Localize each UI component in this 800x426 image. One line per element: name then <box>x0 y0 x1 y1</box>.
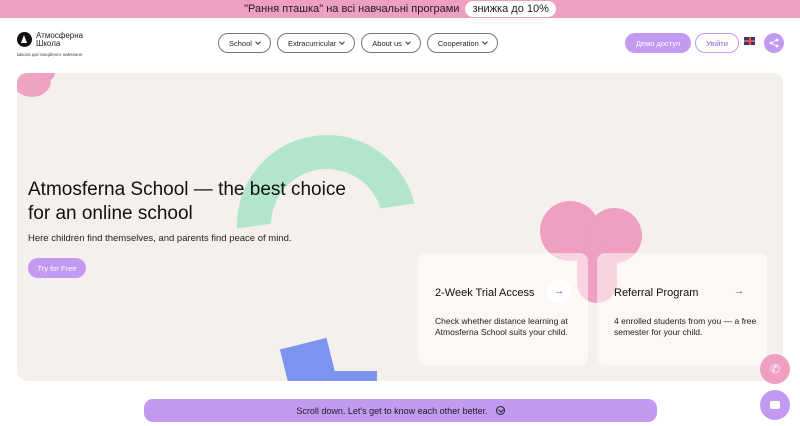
nav-item-label: Extracurricular <box>287 38 337 48</box>
card-title: 2-Week Trial Access <box>435 287 535 299</box>
login-button[interactable]: Увійти <box>695 33 739 53</box>
hero-subtitle: Here children find themselves, and paren… <box>28 233 292 244</box>
nav-item-label: About us <box>372 38 402 48</box>
demo-access-button[interactable]: Демо доступ <box>625 33 691 53</box>
scroll-down-banner[interactable]: Scroll down. Let's get to know each othe… <box>144 399 657 422</box>
nav-item-about-us[interactable]: About us <box>361 33 421 53</box>
logo-triangle-icon <box>17 32 32 47</box>
phone-button[interactable]: ✆ <box>760 354 790 384</box>
nav-item-label: Cooperation <box>437 38 479 48</box>
nav-item-label: School <box>229 38 252 48</box>
arrow-right-icon[interactable]: → <box>727 279 751 303</box>
arrow-right-icon[interactable]: → <box>547 279 571 303</box>
logo-tagline: Школа дистанційного навчання <box>17 52 83 57</box>
promo-discount-badge: знижка до 10% <box>465 1 556 17</box>
scroll-down-text: Scroll down. Let's get to know each othe… <box>296 405 488 416</box>
nav-item-cooperation[interactable]: Cooperation <box>426 33 498 53</box>
phone-icon: ✆ <box>769 362 781 376</box>
share-icon <box>769 38 779 48</box>
decorative-blue-square <box>279 337 339 381</box>
nav-item-school[interactable]: School <box>218 33 271 53</box>
chat-button[interactable] <box>760 390 790 420</box>
card-title: Referral Program <box>614 287 699 299</box>
uk-flag-icon[interactable] <box>744 37 755 45</box>
trial-access-card[interactable]: 2-Week Trial Access → Check whether dist… <box>418 253 588 365</box>
promo-banner[interactable]: "Рання пташка" на всі навчальні програми… <box>0 0 800 18</box>
card-text: Check whether distance learning at Atmos… <box>435 316 568 337</box>
chat-icon <box>770 401 780 409</box>
promo-text: "Рання пташка" на всі навчальні програми <box>244 3 460 15</box>
main-nav: School Extracurricular About us Cooperat… <box>218 33 498 53</box>
share-button[interactable] <box>764 33 784 53</box>
chevron-down-icon <box>255 38 261 45</box>
card-text: 4 enrolled students from you — a free se… <box>614 316 757 337</box>
chevron-down-icon <box>405 38 411 45</box>
logo-wordmark: Атмосферна Школа <box>36 32 83 48</box>
hero-section: 2-Week Trial Access → Check whether dist… <box>17 73 783 381</box>
hero-title: Atmosferna School — the best choice for … <box>28 179 346 224</box>
chevron-down-icon <box>481 38 488 45</box>
arrow-down-circle-icon <box>495 406 505 415</box>
logo-line-2: Школа <box>36 39 61 48</box>
nav-item-extracurricular[interactable]: Extracurricular <box>276 33 356 53</box>
site-header: Атмосферна Школа Школа дистанційного нав… <box>0 26 800 62</box>
decorative-blue-square <box>333 371 377 381</box>
chevron-down-icon <box>339 38 346 45</box>
try-for-free-button[interactable]: Try for Free <box>28 258 86 278</box>
logo[interactable]: Атмосферна Школа <box>17 32 83 48</box>
referral-program-card[interactable]: Referral Program → 4 enrolled students f… <box>597 253 767 365</box>
